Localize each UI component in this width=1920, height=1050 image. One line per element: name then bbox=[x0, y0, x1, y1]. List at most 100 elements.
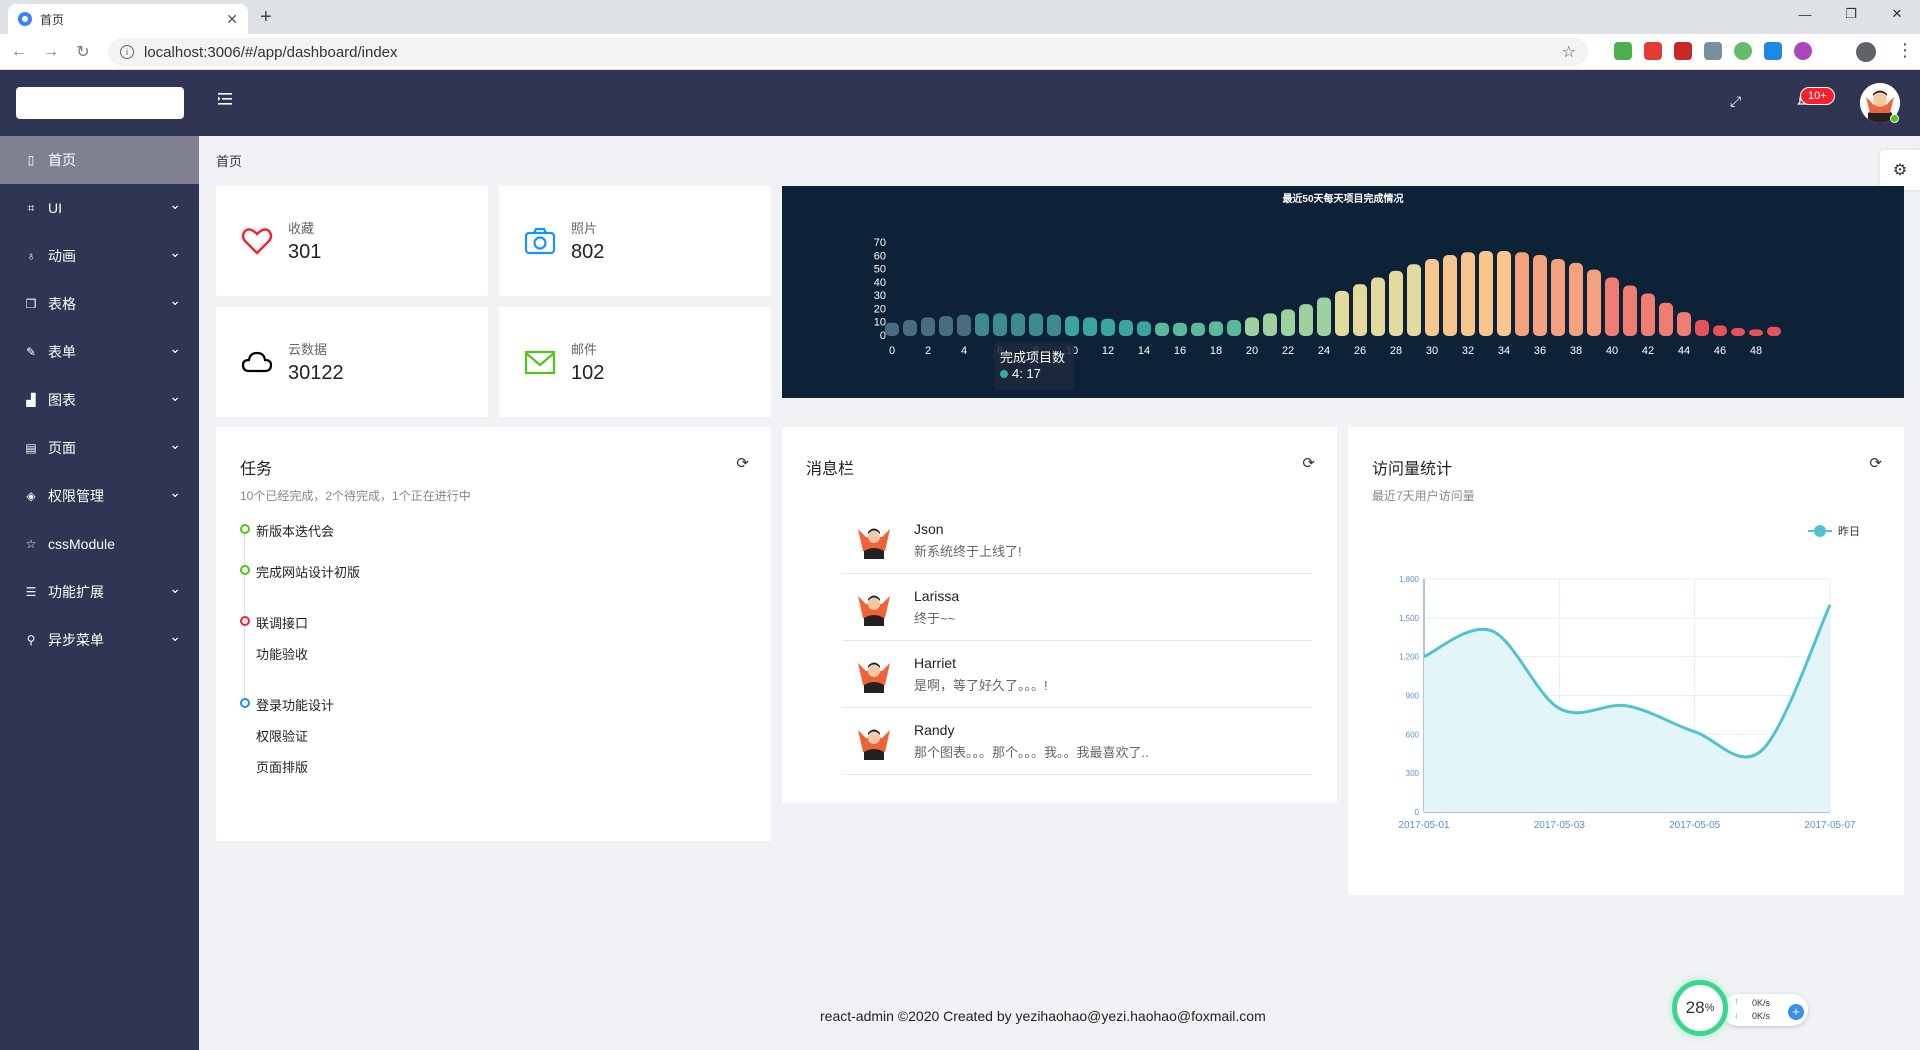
back-icon[interactable]: ← bbox=[6, 43, 32, 61]
bookmark-star-icon[interactable]: ☆ bbox=[1562, 42, 1576, 62]
bar[interactable] bbox=[1533, 254, 1547, 336]
message-item[interactable]: Larissa 终于~~ bbox=[842, 574, 1312, 641]
extension-icon[interactable] bbox=[1674, 42, 1692, 60]
site-info-icon[interactable]: i bbox=[120, 45, 134, 59]
sidebar-item-5[interactable]: ▟ 图表 ⌄ bbox=[0, 376, 199, 424]
bar[interactable] bbox=[993, 313, 1007, 336]
bar[interactable] bbox=[1155, 322, 1169, 336]
sidebar-item-2[interactable]: ♁ 动画 ⌄ bbox=[0, 232, 199, 280]
bar[interactable] bbox=[939, 316, 953, 336]
bar[interactable] bbox=[1119, 320, 1133, 336]
sidebar-item-1[interactable]: ⌗ UI ⌄ bbox=[0, 184, 199, 232]
sidebar-item-7[interactable]: ◈ 权限管理 ⌄ bbox=[0, 472, 199, 520]
restore-icon[interactable]: ❐ bbox=[1828, 0, 1874, 28]
reload-icon[interactable]: ↻ bbox=[70, 42, 96, 62]
extension-icon[interactable] bbox=[1704, 42, 1722, 60]
refresh-icon[interactable]: ⟳ bbox=[1302, 454, 1315, 472]
profile-icon[interactable] bbox=[1856, 42, 1876, 62]
bar[interactable] bbox=[1713, 325, 1727, 336]
sidebar-item-10[interactable]: ⚲ 异步菜单 ⌄ bbox=[0, 616, 199, 664]
bar[interactable] bbox=[885, 322, 899, 336]
bar[interactable] bbox=[957, 314, 971, 336]
extension-icon[interactable] bbox=[1734, 42, 1752, 60]
bar[interactable] bbox=[1497, 250, 1511, 336]
fullscreen-icon[interactable]: ⤢ bbox=[1730, 93, 1741, 110]
bar[interactable] bbox=[1065, 316, 1079, 336]
breadcrumb[interactable]: 首页 bbox=[216, 151, 242, 170]
heart-icon bbox=[241, 228, 273, 255]
bar[interactable] bbox=[1425, 258, 1439, 336]
sidebar-item-8[interactable]: ☆ cssModule bbox=[0, 520, 199, 568]
bar[interactable] bbox=[1281, 309, 1295, 336]
bar[interactable] bbox=[1461, 252, 1475, 336]
bar[interactable] bbox=[1191, 322, 1205, 336]
bar[interactable] bbox=[1731, 328, 1745, 336]
minimize-icon[interactable]: — bbox=[1782, 0, 1828, 28]
browser-tab[interactable]: 首页 ✕ bbox=[8, 4, 248, 34]
sidebar-item-4[interactable]: ✎ 表单 ⌄ bbox=[0, 328, 199, 376]
sidebar-item-0[interactable]: ▯ 首页 bbox=[0, 136, 199, 184]
bar[interactable] bbox=[1587, 269, 1601, 336]
bar[interactable] bbox=[1767, 326, 1781, 336]
bar[interactable] bbox=[1209, 321, 1223, 336]
bar[interactable] bbox=[1479, 250, 1493, 336]
bar[interactable] bbox=[1263, 313, 1277, 336]
bar[interactable] bbox=[921, 317, 935, 336]
bar[interactable] bbox=[1749, 329, 1763, 336]
forward-icon[interactable]: → bbox=[38, 43, 64, 61]
bar[interactable] bbox=[1443, 254, 1457, 336]
bar[interactable] bbox=[1551, 258, 1565, 336]
bar[interactable] bbox=[1101, 318, 1115, 336]
x-tick-label: 36 bbox=[1534, 345, 1546, 357]
network-speed-widget[interactable]: 0K/s 0K/s ↑ ↓ + 28% bbox=[1672, 980, 1812, 1036]
bar[interactable] bbox=[1299, 304, 1313, 336]
refresh-icon[interactable]: ⟳ bbox=[736, 454, 749, 472]
task-label: 权限验证 bbox=[256, 729, 309, 744]
bar[interactable] bbox=[1353, 284, 1367, 336]
theme-settings-gear-icon[interactable]: ⚙ bbox=[1880, 150, 1920, 190]
bar[interactable] bbox=[1623, 285, 1637, 336]
bar[interactable] bbox=[1371, 277, 1385, 336]
message-item[interactable]: Harriet 是啊，等了好久了。。。! bbox=[842, 641, 1312, 708]
new-tab-icon[interactable]: + bbox=[260, 6, 272, 29]
bar[interactable] bbox=[1605, 277, 1619, 336]
close-tab-icon[interactable]: ✕ bbox=[226, 11, 238, 28]
bar[interactable] bbox=[1389, 270, 1403, 336]
extension-icon[interactable] bbox=[1644, 42, 1662, 60]
extension-icon[interactable] bbox=[1614, 42, 1632, 60]
bar[interactable] bbox=[1407, 264, 1421, 336]
add-icon[interactable]: + bbox=[1788, 1004, 1804, 1020]
bar[interactable] bbox=[1029, 313, 1043, 336]
bar[interactable] bbox=[1641, 293, 1655, 336]
sidebar-item-9[interactable]: ☰ 功能扩展 ⌄ bbox=[0, 568, 199, 616]
address-bar[interactable]: i localhost:3006/#/app/dashboard/index ☆ bbox=[108, 38, 1588, 66]
bar[interactable] bbox=[1659, 302, 1673, 336]
y-tick-label: 20 bbox=[874, 303, 886, 315]
task-label: 登录功能设计 bbox=[256, 698, 335, 713]
message-item[interactable]: Randy 那个图表。。。那个。。。我。。我最喜欢了.. bbox=[842, 708, 1312, 775]
bar[interactable] bbox=[1335, 290, 1349, 336]
bar[interactable] bbox=[1569, 262, 1583, 336]
bar[interactable] bbox=[1011, 313, 1025, 336]
extension-icon[interactable] bbox=[1794, 42, 1812, 60]
bar[interactable] bbox=[1677, 312, 1691, 336]
browser-menu-icon[interactable]: ⋮ bbox=[1896, 40, 1914, 61]
translate-extension-icon[interactable] bbox=[1764, 42, 1782, 60]
sidebar-item-6[interactable]: ▤ 页面 ⌄ bbox=[0, 424, 199, 472]
menu-fold-icon[interactable] bbox=[216, 90, 234, 108]
bar[interactable] bbox=[1137, 321, 1151, 336]
bar[interactable] bbox=[1083, 317, 1097, 336]
bar[interactable] bbox=[975, 313, 989, 336]
sidebar-item-3[interactable]: ❐ 表格 ⌄ bbox=[0, 280, 199, 328]
bar[interactable] bbox=[903, 320, 917, 336]
bar[interactable] bbox=[1227, 320, 1241, 336]
bar[interactable] bbox=[1173, 322, 1187, 336]
bar[interactable] bbox=[1245, 317, 1259, 336]
chevron-down-icon: ⌄ bbox=[169, 580, 181, 596]
bar[interactable] bbox=[1317, 297, 1331, 336]
message-item[interactable]: Json 新系统终于上线了! bbox=[842, 507, 1312, 574]
close-window-icon[interactable]: ✕ bbox=[1874, 0, 1920, 28]
bar[interactable] bbox=[1695, 320, 1709, 336]
bar[interactable] bbox=[1047, 314, 1061, 336]
bar[interactable] bbox=[1515, 252, 1529, 336]
